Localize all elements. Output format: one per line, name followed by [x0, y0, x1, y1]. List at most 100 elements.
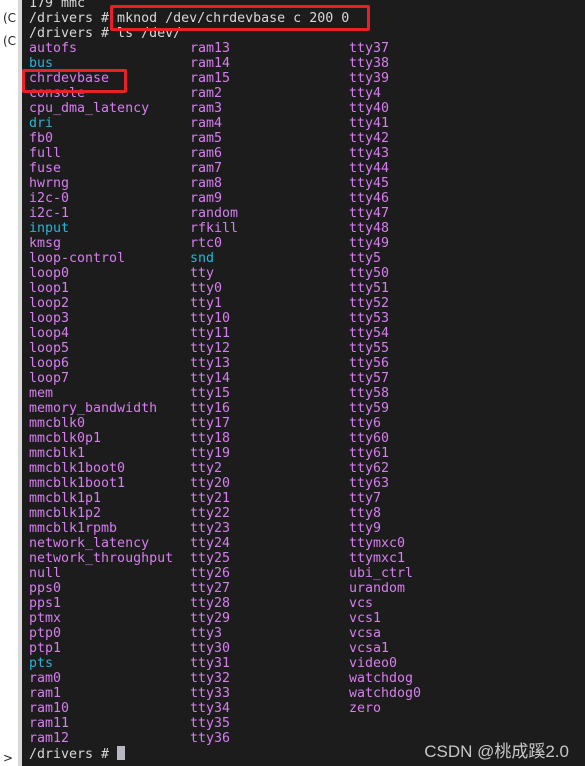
- ls-entry: ram13: [190, 41, 231, 56]
- ls-entry: tty29: [190, 611, 231, 626]
- ls-entry: mem: [29, 386, 54, 401]
- left-panel-item[interactable]: (C: [3, 11, 16, 25]
- ls-entry: tty19: [190, 446, 231, 461]
- ls-entry: mmcblk1boot0: [29, 461, 126, 476]
- ls-entry: network_latency: [29, 536, 150, 551]
- ls-entry: tty48: [349, 221, 390, 236]
- ls-entry: tty32: [190, 671, 231, 686]
- watermark: CSDN @桃成蹊2.0: [424, 742, 569, 761]
- ls-entry: loop3: [29, 311, 70, 326]
- ls-entry: tty23: [190, 521, 231, 536]
- ls-entry: ram14: [190, 56, 231, 71]
- ls-entry: tty18: [190, 431, 231, 446]
- ls-entry: tty49: [349, 236, 390, 251]
- ls-entry: ptp0: [29, 626, 62, 641]
- ls-entry: mmcblk1p2: [29, 506, 102, 521]
- ls-entry: video0: [349, 656, 398, 671]
- ls-entry: tty28: [190, 596, 231, 611]
- ls-entry: ram2: [190, 86, 223, 101]
- ls-entry: tty6: [349, 416, 382, 431]
- ls-entry: pts: [29, 656, 54, 671]
- ls-entry: tty44: [349, 161, 390, 176]
- ls-entry: memory_bandwidth: [29, 401, 158, 416]
- ls-entry: mmcblk0: [29, 416, 86, 431]
- ls-entry: ptp1: [29, 641, 62, 656]
- ls-entry: mmcblk0p1: [29, 431, 102, 446]
- prompt-line[interactable]: /drivers #: [29, 746, 126, 762]
- ls-entry: full: [29, 146, 62, 161]
- ls-entry: loop0: [29, 266, 70, 281]
- ls-entry: tty50: [349, 266, 390, 281]
- ls-entry: tty4: [349, 86, 382, 101]
- ls-entry: rfkill: [190, 221, 239, 236]
- ls-entry: ram8: [190, 176, 223, 191]
- ls-entry: tty10: [190, 311, 231, 326]
- ls-entry: tty37: [349, 41, 390, 56]
- ls-entry: tty61: [349, 446, 390, 461]
- ls-entry: tty15: [190, 386, 231, 401]
- ls-entry: tty8: [349, 506, 382, 521]
- ls-entry: tty35: [190, 716, 231, 731]
- ls-entry: tty3: [190, 626, 223, 641]
- left-panel-item[interactable]: (C: [3, 34, 16, 48]
- ls-entry: zero: [349, 701, 382, 716]
- ls-entry: i2c-0: [29, 191, 70, 206]
- ls-entry: tty31: [190, 656, 231, 671]
- ls-entry: tty27: [190, 581, 231, 596]
- ls-entry: tty16: [190, 401, 231, 416]
- ls-entry: mmcblk1p1: [29, 491, 102, 506]
- ls-entry: tty62: [349, 461, 390, 476]
- ls-entry: tty47: [349, 206, 390, 221]
- left-panel: (C (C >: [0, 0, 18, 766]
- ls-entry: tty41: [349, 116, 390, 131]
- ls-entry: tty5: [349, 251, 382, 266]
- ls-entry: tty22: [190, 506, 231, 521]
- prompt: /drivers #: [29, 747, 118, 762]
- ls-entry: tty51: [349, 281, 390, 296]
- ls-entry: pps1: [29, 596, 62, 611]
- output-line: 179 mmc: [29, 0, 86, 11]
- ls-entry: tty42: [349, 131, 390, 146]
- ls-entry: tty56: [349, 356, 390, 371]
- ls-entry: tty7: [349, 491, 382, 506]
- ls-entry: random: [190, 206, 239, 221]
- ls-entry: ram1: [29, 686, 62, 701]
- ls-entry: tty9: [349, 521, 382, 536]
- ls-entry: ram3: [190, 101, 223, 116]
- ls-entry: fb0: [29, 131, 54, 146]
- ls-entry: tty0: [190, 281, 223, 296]
- expand-icon[interactable]: >: [3, 751, 13, 765]
- ls-entry: tty20: [190, 476, 231, 491]
- ls-entry: tty43: [349, 146, 390, 161]
- ls-entry: mmcblk1boot1: [29, 476, 126, 491]
- ls-entry: tty26: [190, 566, 231, 581]
- ls-entry: tty45: [349, 176, 390, 191]
- ls-entry: tty25: [190, 551, 231, 566]
- terminal[interactable]: 179 mmc /drivers # mknod /dev/chrdevbase…: [22, 0, 585, 766]
- ls-entry: network_throughput: [29, 551, 174, 566]
- ls-entry: cpu_dma_latency: [29, 101, 150, 116]
- ls-entry: vcsa: [349, 626, 382, 641]
- ls-entry: tty21: [190, 491, 231, 506]
- ls-entry: tty14: [190, 371, 231, 386]
- ls-entry: fuse: [29, 161, 62, 176]
- ls-entry: autofs: [29, 41, 78, 56]
- ls-entry: tty12: [190, 341, 231, 356]
- ls-entry: vcs: [349, 596, 374, 611]
- ls-entry: ptmx: [29, 611, 62, 626]
- ls-entry: vcs1: [349, 611, 382, 626]
- ls-entry: ram0: [29, 671, 62, 686]
- ls-entry: snd: [190, 251, 215, 266]
- ls-entry: rtc0: [190, 236, 223, 251]
- cursor: [117, 746, 126, 760]
- ls-entry: vcsa1: [349, 641, 390, 656]
- ls-entry: ram4: [190, 116, 223, 131]
- ls-entry: watchdog: [349, 671, 414, 686]
- ls-entry: tty36: [190, 731, 231, 746]
- ls-entry: tty17: [190, 416, 231, 431]
- ls-entry: ram7: [190, 161, 223, 176]
- ls-entry: tty38: [349, 56, 390, 71]
- ls-entry: loop6: [29, 356, 70, 371]
- ls-entry: null: [29, 566, 62, 581]
- ls-entry: mmcblk1: [29, 446, 86, 461]
